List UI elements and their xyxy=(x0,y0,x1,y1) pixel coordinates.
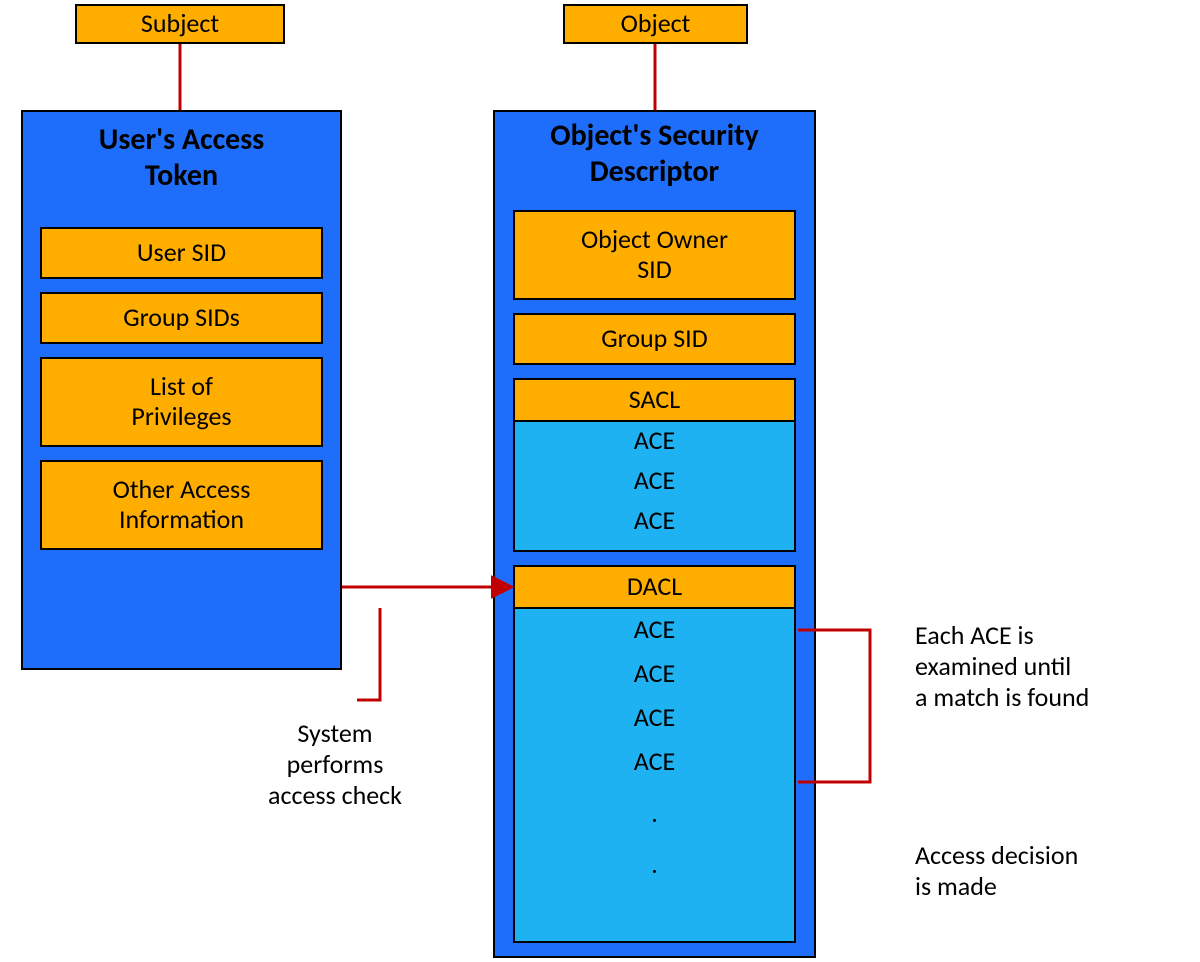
user-token-title-line2: Token xyxy=(145,157,218,194)
user-token-title: User's Access Token xyxy=(23,112,340,208)
diagram-canvas: Subject User's Access Token User SID Gro… xyxy=(0,0,1200,962)
user-token-title-line1: User's Access xyxy=(99,121,264,158)
sd-owner-sid: Object Owner SID xyxy=(513,210,796,300)
dacl-body: ACE ACE ACE ACE . . xyxy=(513,607,796,943)
annotation-decision: Access decision is made xyxy=(915,840,1195,902)
dacl-ace-1: ACE xyxy=(515,659,794,689)
token-item-group-sids: Group SIDs xyxy=(40,292,323,344)
security-descriptor-title: Object's Security Descriptor xyxy=(495,112,814,202)
token-item-user-sid: User SID xyxy=(40,227,323,279)
token-item-other-label: Other Access Information xyxy=(113,475,251,535)
dacl-ace-2: ACE xyxy=(515,703,794,733)
dacl-header-label: DACL xyxy=(627,572,682,602)
object-label: Object xyxy=(621,9,691,39)
object-label-box: Object xyxy=(563,4,748,44)
token-item-privileges-label: List of Privileges xyxy=(131,372,231,432)
sacl-body: ACE ACE ACE xyxy=(513,420,796,552)
dacl-ace-3: ACE xyxy=(515,747,794,777)
token-item-group-sids-label: Group SIDs xyxy=(123,303,240,333)
sd-group-sid-label: Group SID xyxy=(601,324,707,354)
annotation-each-ace: Each ACE is examined until a match is fo… xyxy=(915,620,1195,714)
security-descriptor-title-line2: Descriptor xyxy=(590,153,719,190)
token-item-privileges: List of Privileges xyxy=(40,357,323,447)
dacl-ace-0: ACE xyxy=(515,615,794,645)
dacl-dot-1: . xyxy=(515,850,794,880)
sacl-header-label: SACL xyxy=(629,385,680,415)
token-item-other: Other Access Information xyxy=(40,460,323,550)
token-item-user-sid-label: User SID xyxy=(137,238,226,268)
sacl-ace-0: ACE xyxy=(515,426,794,456)
security-descriptor-title-line1: Object's Security xyxy=(550,117,758,154)
sacl-header: SACL xyxy=(513,378,796,422)
sd-owner-sid-label: Object Owner SID xyxy=(581,225,728,285)
dacl-dot-0: . xyxy=(515,799,794,829)
dacl-header: DACL xyxy=(513,565,796,609)
subject-label-box: Subject xyxy=(75,4,285,44)
sd-group-sid: Group SID xyxy=(513,313,796,365)
annotation-access-check: System performs access check xyxy=(225,718,445,812)
subject-label: Subject xyxy=(141,9,219,39)
sacl-ace-2: ACE xyxy=(515,506,794,536)
sacl-ace-1: ACE xyxy=(515,466,794,496)
